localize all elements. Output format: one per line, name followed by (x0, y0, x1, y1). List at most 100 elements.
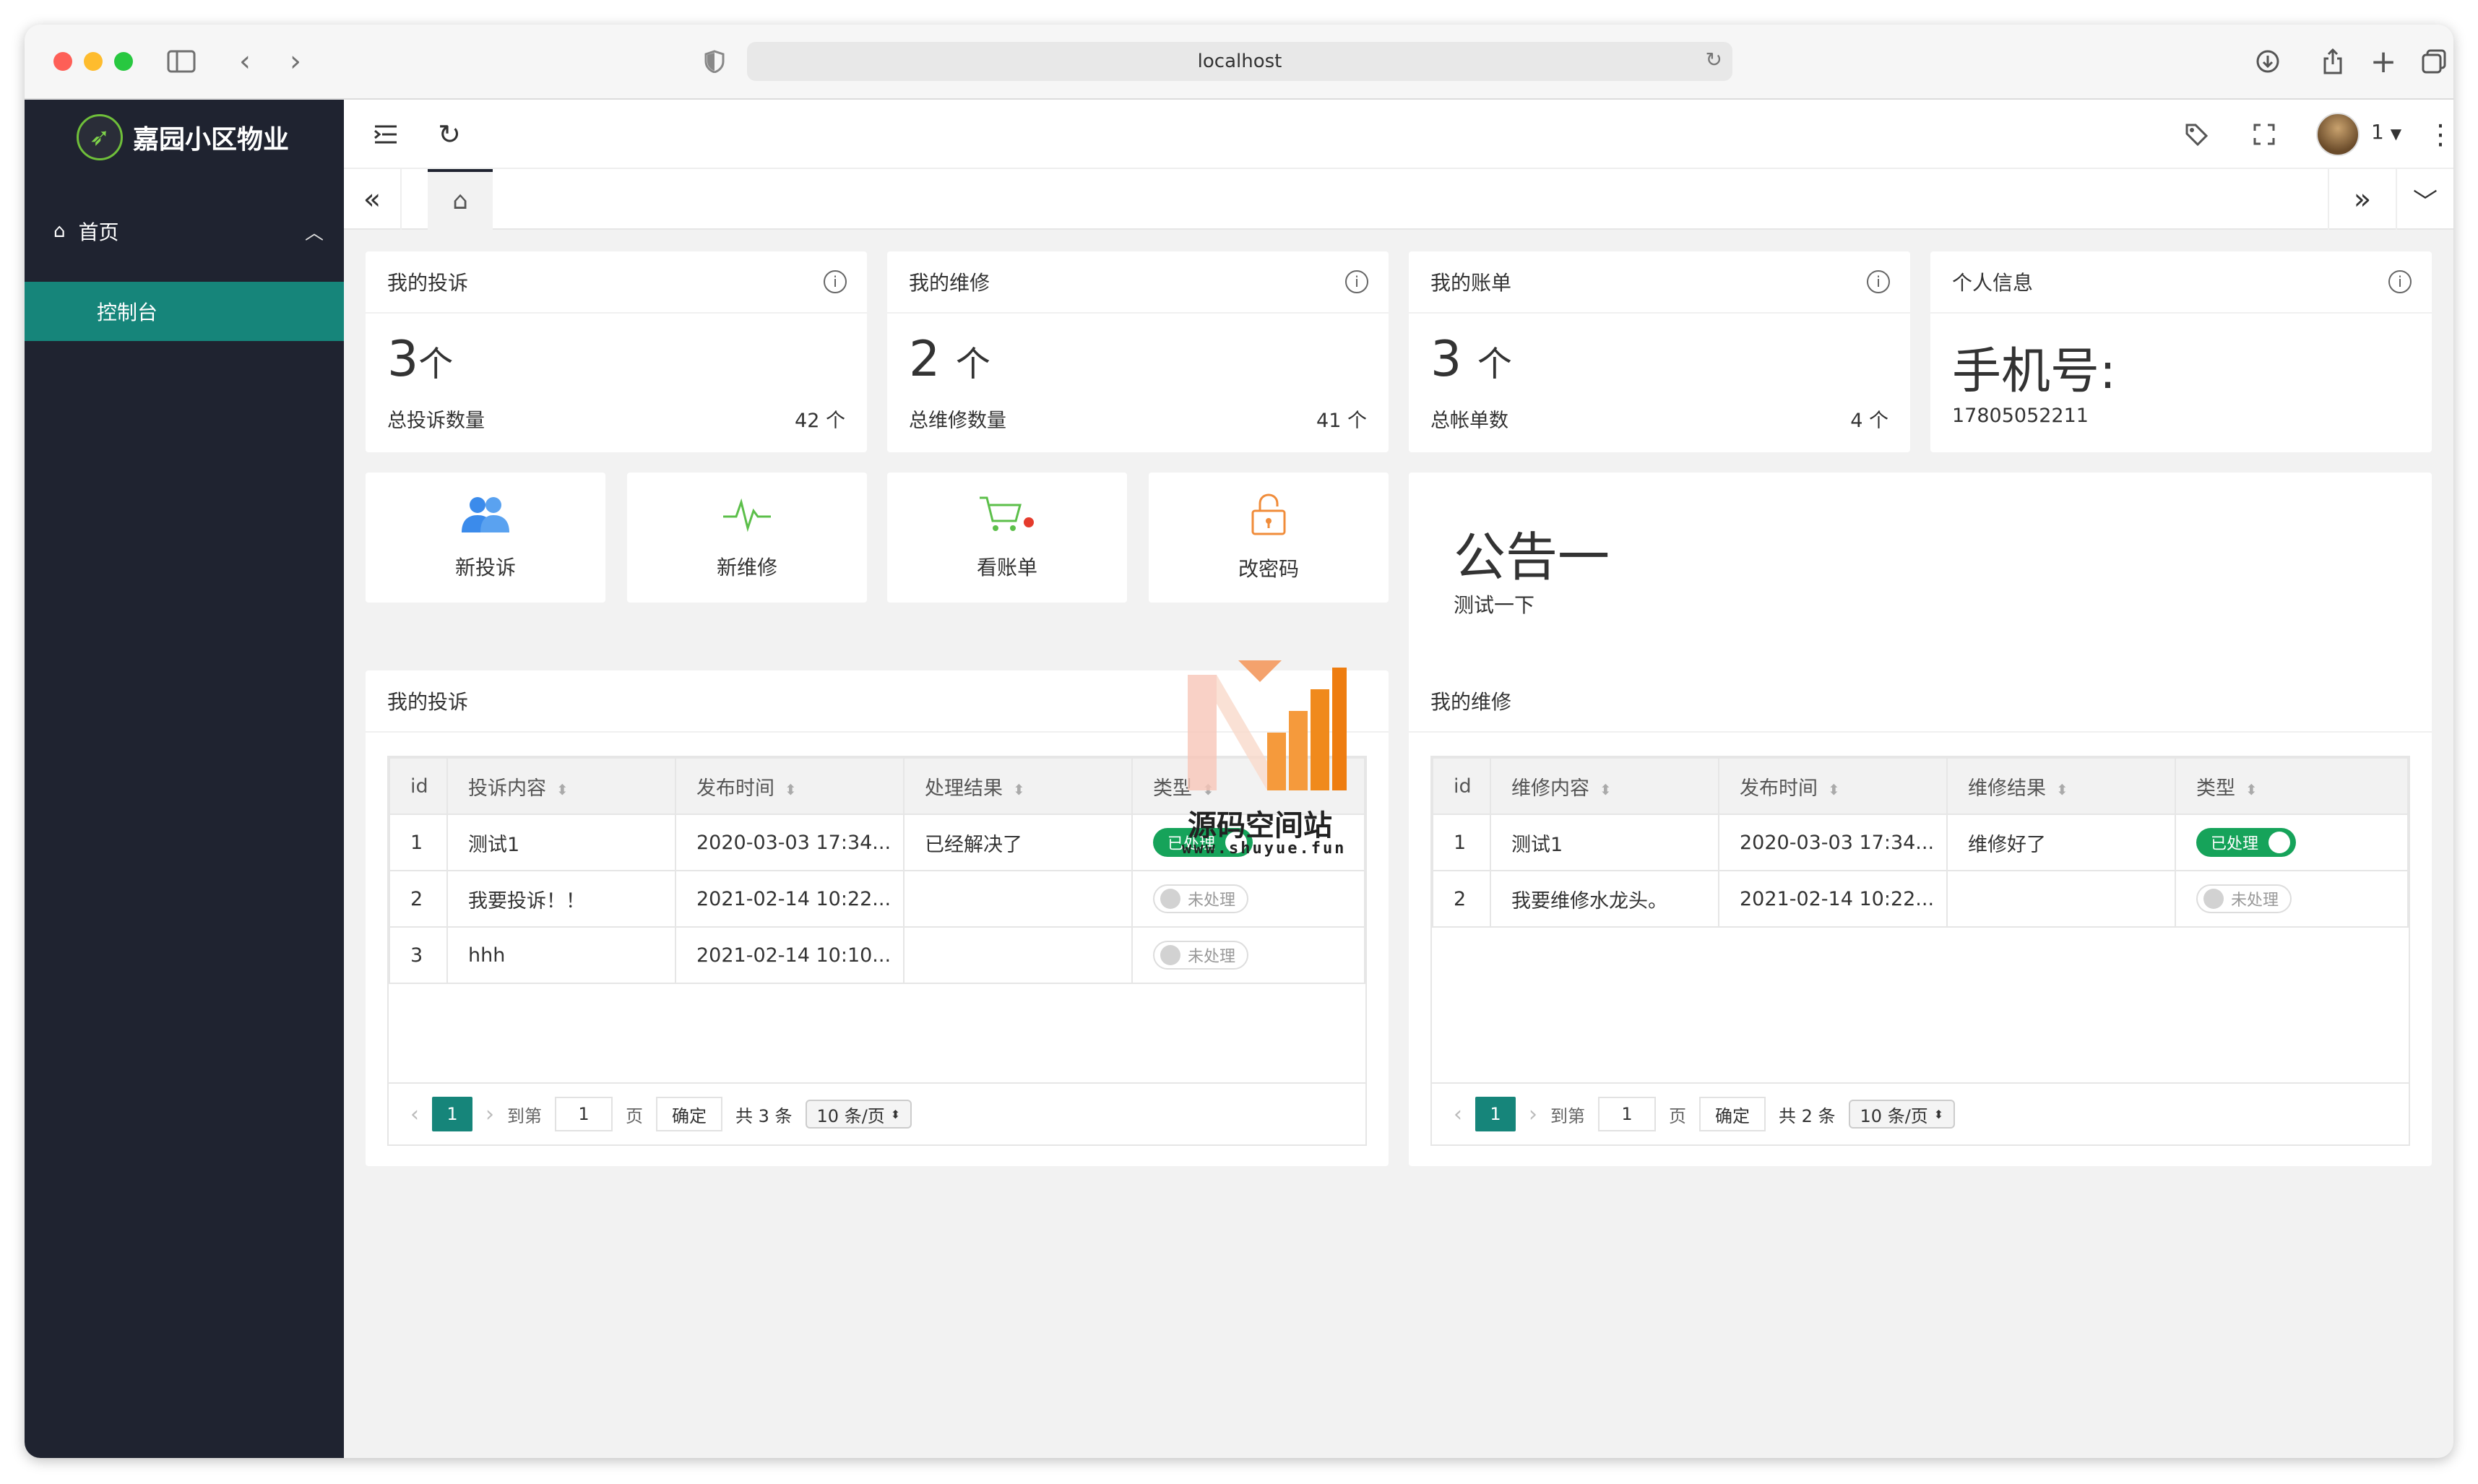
home-icon: ⌂ (53, 220, 66, 242)
status-switch[interactable]: 未处理 (1153, 940, 1249, 970)
download-icon[interactable] (2250, 43, 2286, 79)
fullscreen-icon[interactable] (2244, 114, 2284, 155)
reload-icon[interactable]: ↻ (1706, 48, 1722, 72)
status-switch[interactable]: 已处理 (2196, 828, 2297, 857)
tab-overview-icon[interactable] (2416, 43, 2452, 79)
new-complaint-button[interactable]: 新投诉 (366, 473, 605, 603)
stat-value: 3 个 (1430, 331, 1512, 388)
new-tab-icon[interactable]: + (2365, 43, 2401, 80)
cell-id: 2 (1432, 870, 1491, 928)
page-current[interactable]: 1 (1475, 1097, 1516, 1131)
page-size-select[interactable]: 10 条/页 ⬍ (805, 1100, 912, 1129)
info-icon[interactable]: i (1345, 270, 1368, 293)
cell-time: 2021-02-14 10:22... (1718, 870, 1948, 928)
stat-total: 4 个 (1850, 410, 1888, 432)
watermark-url: www.shuyue.fun (1182, 840, 1347, 858)
pulse-icon (722, 495, 772, 540)
column-header[interactable]: 维修内容 ⬍ (1490, 757, 1719, 815)
more-vertical-icon[interactable]: ⋮ (2420, 114, 2453, 155)
sidebar-item-home[interactable]: ⌂ 首页 ︿ (25, 202, 344, 260)
tab-bar: « ⌂ » ﹀ (344, 169, 2453, 230)
column-header[interactable]: id (389, 757, 448, 815)
minimize-window-button[interactable] (84, 52, 103, 71)
info-icon[interactable]: i (1867, 270, 1890, 293)
back-icon[interactable]: ‹ (227, 43, 263, 79)
column-header[interactable]: 投诉内容 ⬍ (446, 757, 676, 815)
cell-content: hhh (446, 926, 676, 984)
table-row: 3 hhh 2021-02-14 10:10... 未处理 (389, 926, 1365, 984)
card-title: 我的维修 (909, 271, 990, 295)
scroll-left-icon[interactable]: « (344, 169, 402, 230)
quick-label: 改密码 (1238, 556, 1299, 581)
stat-label: 总维修数量 (909, 410, 1006, 432)
info-icon[interactable]: i (2388, 270, 2412, 293)
status-switch[interactable]: 未处理 (2196, 884, 2292, 913)
repairs-card: 我的维修 id 维修内容 ⬍ 发布时间 ⬍ 维修结果 ⬍ 类型 ⬍ 1 测试1 2020… (1409, 670, 2432, 1166)
sort-icon: ⬍ (1828, 780, 1840, 798)
user-menu[interactable]: 1 ▼ (2371, 120, 2401, 144)
avatar[interactable] (2316, 113, 2360, 156)
goto-confirm-button[interactable]: 确定 (1699, 1097, 1766, 1131)
close-window-button[interactable] (53, 52, 72, 71)
zoom-window-button[interactable] (114, 52, 133, 71)
table-header-row: id 维修内容 ⬍ 发布时间 ⬍ 维修结果 ⬍ 类型 ⬍ (1432, 757, 2409, 815)
view-bills-button[interactable]: 看账单 (887, 473, 1127, 603)
scroll-right-icon[interactable]: » (2328, 169, 2396, 230)
goto-label: 到第 (1550, 1105, 1585, 1126)
cell-result: 维修好了 (1946, 814, 2176, 871)
column-header[interactable]: 维修结果 ⬍ (1946, 757, 2176, 815)
tag-icon[interactable] (2176, 114, 2216, 155)
stat-card-profile: 个人信息 i 手机号: 17805052211 (1930, 251, 2432, 452)
browser-window: ‹ › localhost ↻ + ➶ 嘉园小区物业 ⌂ 首页 ︿ 控制台 ↻ … (25, 25, 2453, 1458)
prev-page-icon[interactable]: ‹ (410, 1102, 419, 1127)
status-switch[interactable]: 未处理 (1153, 884, 1249, 913)
column-header[interactable]: 类型⬍ (2175, 757, 2409, 815)
stat-value: 2 个 (909, 331, 990, 388)
watermark-logo-icon (1188, 660, 1347, 790)
next-page-icon[interactable]: › (485, 1102, 494, 1127)
cell-id: 1 (1432, 814, 1491, 871)
column-header[interactable]: 发布时间 ⬍ (1718, 757, 1948, 815)
total-count: 共 2 条 (1779, 1105, 1836, 1126)
forward-icon[interactable]: › (277, 43, 314, 79)
menu-fold-icon[interactable] (366, 114, 406, 155)
tab-options-chevron-down-icon[interactable]: ﹀ (2396, 169, 2453, 230)
address-bar[interactable]: localhost ↻ (747, 42, 1732, 81)
sidebar-toggle-icon[interactable] (163, 43, 199, 79)
page-current[interactable]: 1 (432, 1097, 472, 1131)
goto-page-input[interactable]: 1 (555, 1097, 613, 1131)
prev-page-icon[interactable]: ‹ (1454, 1102, 1462, 1127)
phone-number: 17805052211 (1952, 405, 2089, 427)
refresh-icon[interactable]: ↻ (429, 114, 470, 155)
info-icon[interactable]: i (824, 270, 847, 293)
table-row: 2 我要投诉！！ 2021-02-14 10:22... 未处理 (389, 870, 1365, 928)
share-icon[interactable] (2315, 43, 2351, 79)
goto-confirm-button[interactable]: 确定 (656, 1097, 722, 1131)
goto-page-input[interactable]: 1 (1598, 1097, 1656, 1131)
header: ↻ 1 ▼ ⋮ (344, 100, 2453, 169)
brand[interactable]: ➶ 嘉园小区物业 (77, 113, 289, 162)
sidebar-item-console[interactable]: 控制台 (25, 282, 344, 341)
shield-icon[interactable] (696, 43, 733, 79)
new-repair-button[interactable]: 新维修 (627, 473, 867, 603)
column-header[interactable]: 发布时间 ⬍ (675, 757, 905, 815)
stat-total: 41 个 (1316, 410, 1367, 432)
cell-content: 测试1 (1490, 814, 1719, 871)
goto-label: 到第 (507, 1105, 542, 1126)
repairs-table-wrap: id 维修内容 ⬍ 发布时间 ⬍ 维修结果 ⬍ 类型 ⬍ 1 测试1 2020-03-0… (1430, 756, 2410, 1146)
change-password-button[interactable]: 改密码 (1149, 473, 1389, 603)
page-label: 页 (626, 1105, 643, 1126)
cell-id: 3 (389, 926, 448, 984)
column-header[interactable]: id (1432, 757, 1491, 815)
page-size-select[interactable]: 10 条/页 ⬍ (1848, 1100, 1956, 1129)
stat-card-bills: 我的账单 i 3 个 总帐单数 4 个 (1409, 251, 1910, 452)
cell-time: 2021-02-14 10:22... (675, 870, 905, 928)
card-title: 我的维修 (1430, 690, 1512, 714)
column-header[interactable]: 处理结果 ⬍ (903, 757, 1133, 815)
repairs-table: id 维修内容 ⬍ 发布时间 ⬍ 维修结果 ⬍ 类型 ⬍ 1 测试1 2020-03-0… (1432, 757, 2409, 928)
tab-home[interactable]: ⌂ (428, 169, 493, 230)
watermark: 源码空间站 www.shuyue.fun (1182, 660, 1347, 877)
table-row: 2 我要维修水龙头。 2021-02-14 10:22... 未处理 (1432, 870, 2409, 928)
cell-result (1946, 870, 2176, 928)
next-page-icon[interactable]: › (1529, 1102, 1537, 1127)
